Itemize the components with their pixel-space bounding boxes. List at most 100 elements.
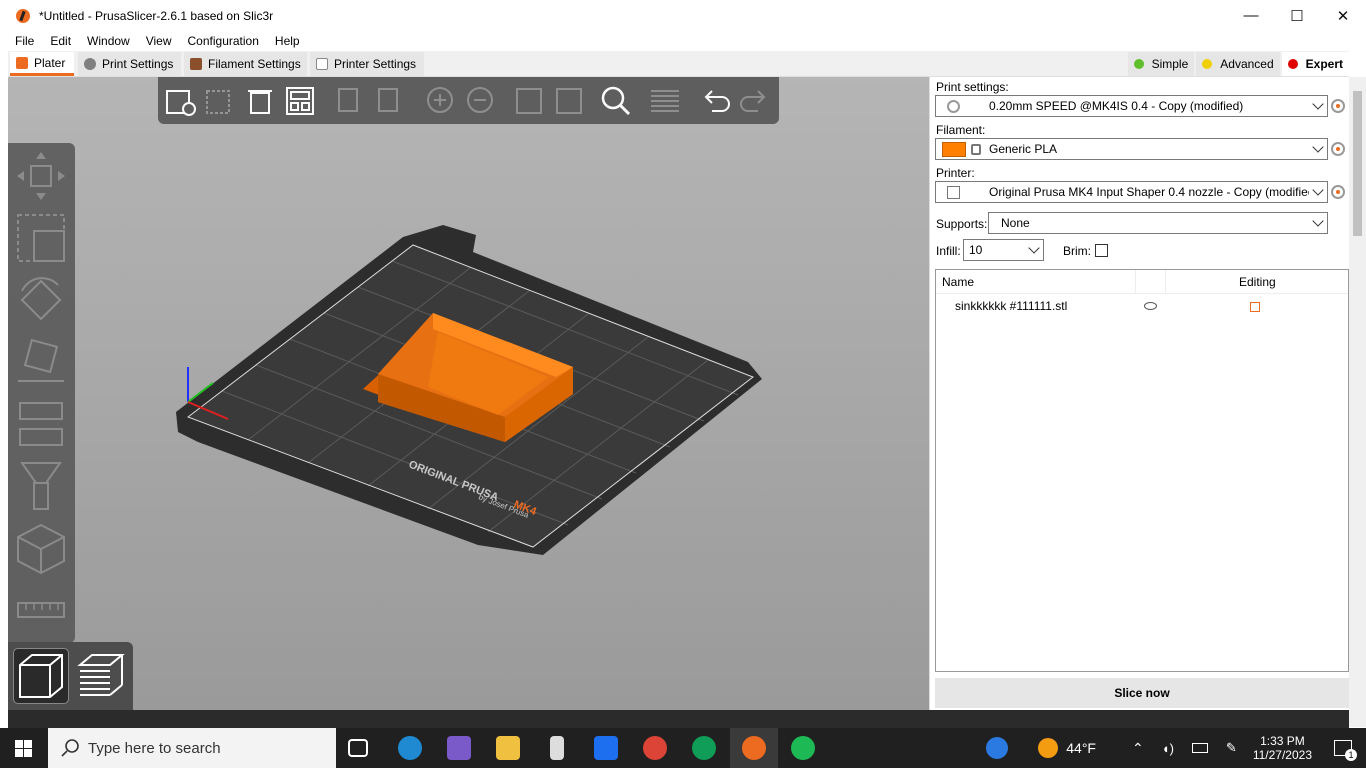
3d-view-icon[interactable] xyxy=(13,648,69,704)
filament-combo[interactable]: Generic PLA xyxy=(935,138,1328,160)
list-item[interactable]: sinkkkkkk #111111.stl xyxy=(936,296,1348,316)
infill-value: 10 xyxy=(969,243,983,257)
scrollbar[interactable] xyxy=(1349,77,1366,727)
taskbar-search-box[interactable]: Type here to search xyxy=(48,728,336,768)
rotate-icon[interactable] xyxy=(14,273,68,327)
copy-button[interactable] xyxy=(333,83,367,117)
pen-icon[interactable]: ✎ xyxy=(1226,740,1237,756)
menu-window[interactable]: Window xyxy=(79,34,138,48)
expert-dot-icon xyxy=(1287,59,1298,69)
prusaslicer-icon[interactable] xyxy=(742,736,766,760)
column-divider xyxy=(1135,270,1136,294)
layers-editing-button[interactable] xyxy=(648,83,682,117)
advanced-dot-icon xyxy=(1202,59,1213,69)
file-explorer-icon[interactable] xyxy=(496,736,520,760)
print-settings-combo[interactable]: 0.20mm SPEED @MK4IS 0.4 - Copy (modified… xyxy=(935,95,1328,117)
chevron-down-icon xyxy=(1312,215,1324,227)
help-icon[interactable] xyxy=(986,737,1009,759)
minimize-button[interactable]: — xyxy=(1228,0,1274,31)
weather-temp[interactable]: 44°F xyxy=(1066,740,1096,756)
battery-icon[interactable] xyxy=(1191,743,1208,753)
tab-print-settings-label: Print Settings xyxy=(102,57,174,71)
menu-view[interactable]: View xyxy=(138,34,180,48)
copilot-icon[interactable] xyxy=(447,736,471,760)
volume-icon[interactable]: ◖) xyxy=(1162,741,1174,756)
title-bar: *Untitled - PrusaSlicer-2.6.1 based on S… xyxy=(0,0,1366,31)
3d-scene[interactable]: ORIGINAL PRUSA MK4 by Josef Prusa xyxy=(8,77,929,710)
printer-label: Printer: xyxy=(936,166,975,180)
brim-checkbox[interactable] xyxy=(1095,244,1108,257)
menu-edit[interactable]: Edit xyxy=(42,34,79,48)
preview-layers-icon[interactable] xyxy=(74,649,128,703)
search-icon[interactable] xyxy=(598,83,632,117)
plater-icon xyxy=(16,56,28,69)
scrollbar-thumb[interactable] xyxy=(1353,91,1362,236)
edit-settings-icon[interactable] xyxy=(1250,302,1260,312)
system-tray: 44°F ⌃ ◖) ✎ 1:33 PM 11/27/2023 1 xyxy=(986,728,1366,768)
notification-icon[interactable]: 1 xyxy=(1334,740,1357,761)
trash-icon[interactable] xyxy=(243,83,277,117)
paint-brush-icon[interactable] xyxy=(14,459,68,513)
split-objects-button[interactable] xyxy=(513,83,547,117)
arrange-button[interactable] xyxy=(283,83,317,117)
printer-combo[interactable]: Original Prusa MK4 Input Shaper 0.4 nozz… xyxy=(935,181,1328,203)
spotify-icon[interactable] xyxy=(791,736,815,760)
redo-icon[interactable] xyxy=(738,83,772,117)
chevron-up-icon[interactable]: ⌃ xyxy=(1132,740,1144,757)
mode-expert[interactable]: Expert xyxy=(1281,52,1349,76)
tab-print-settings[interactable]: Print Settings xyxy=(78,52,181,76)
object-name: sinkkkkkk #111111.stl xyxy=(955,299,1068,313)
tab-plater[interactable]: Plater xyxy=(10,52,74,76)
cube-icon[interactable] xyxy=(14,521,68,575)
tab-printer-settings[interactable]: Printer Settings xyxy=(310,52,424,76)
scale-icon[interactable] xyxy=(14,211,68,265)
search-icon xyxy=(61,739,79,757)
app-icon[interactable] xyxy=(550,736,564,760)
menu-configuration[interactable]: Configuration xyxy=(180,34,267,48)
measure-ruler-icon[interactable] xyxy=(14,583,68,637)
filament-color-swatch[interactable] xyxy=(942,142,966,157)
filament-gear-icon[interactable] xyxy=(1331,142,1345,156)
windows-start-icon[interactable] xyxy=(15,740,32,757)
dropbox-icon[interactable] xyxy=(594,736,618,760)
printer-gear-icon[interactable] xyxy=(1331,185,1345,199)
mode-simple[interactable]: Simple xyxy=(1127,52,1195,76)
chrome-profile-icon[interactable] xyxy=(692,736,716,760)
menu-file[interactable]: File xyxy=(0,34,42,48)
slice-now-button[interactable]: Slice now xyxy=(935,678,1349,708)
column-name[interactable]: Name xyxy=(942,275,974,289)
print-settings-gear-icon[interactable] xyxy=(1331,99,1345,113)
weather-icon xyxy=(1038,738,1059,758)
add-object-button[interactable] xyxy=(163,83,197,117)
cut-icon[interactable] xyxy=(14,397,68,451)
task-view-icon[interactable] xyxy=(348,739,368,757)
chrome-icon[interactable] xyxy=(643,736,667,760)
tab-filament-settings[interactable]: Filament Settings xyxy=(184,52,307,76)
chevron-down-icon xyxy=(1312,98,1324,110)
brim-label: Brim: xyxy=(1063,244,1091,258)
maximize-button[interactable]: ☐ xyxy=(1274,0,1320,31)
remove-instance-button[interactable] xyxy=(463,83,497,117)
move-icon[interactable] xyxy=(14,149,68,203)
printer-icon xyxy=(947,186,960,199)
column-editing[interactable]: Editing xyxy=(1239,275,1276,289)
mode-advanced[interactable]: Advanced xyxy=(1196,52,1280,76)
add-instance-button[interactable] xyxy=(423,83,457,117)
edge-browser-icon[interactable] xyxy=(398,736,422,760)
clock[interactable]: 1:33 PM 11/27/2023 xyxy=(1253,734,1312,762)
eye-icon[interactable] xyxy=(1144,302,1157,310)
delete-button[interactable] xyxy=(203,83,237,117)
split-parts-button[interactable] xyxy=(553,83,587,117)
gear-icon xyxy=(947,100,960,113)
place-on-face-icon[interactable] xyxy=(14,335,68,389)
gear-icon xyxy=(84,58,96,70)
filament-spool-icon xyxy=(190,58,202,70)
taskbar-thumbnail-strip xyxy=(8,710,1349,728)
close-button[interactable]: ✕ xyxy=(1320,0,1366,31)
infill-combo[interactable]: 10 xyxy=(963,239,1044,261)
paste-button[interactable] xyxy=(373,83,407,117)
undo-icon[interactable] xyxy=(698,83,732,117)
menu-help[interactable]: Help xyxy=(267,34,308,48)
supports-combo[interactable]: None xyxy=(988,212,1328,234)
print-settings-label: Print settings: xyxy=(936,80,1009,94)
